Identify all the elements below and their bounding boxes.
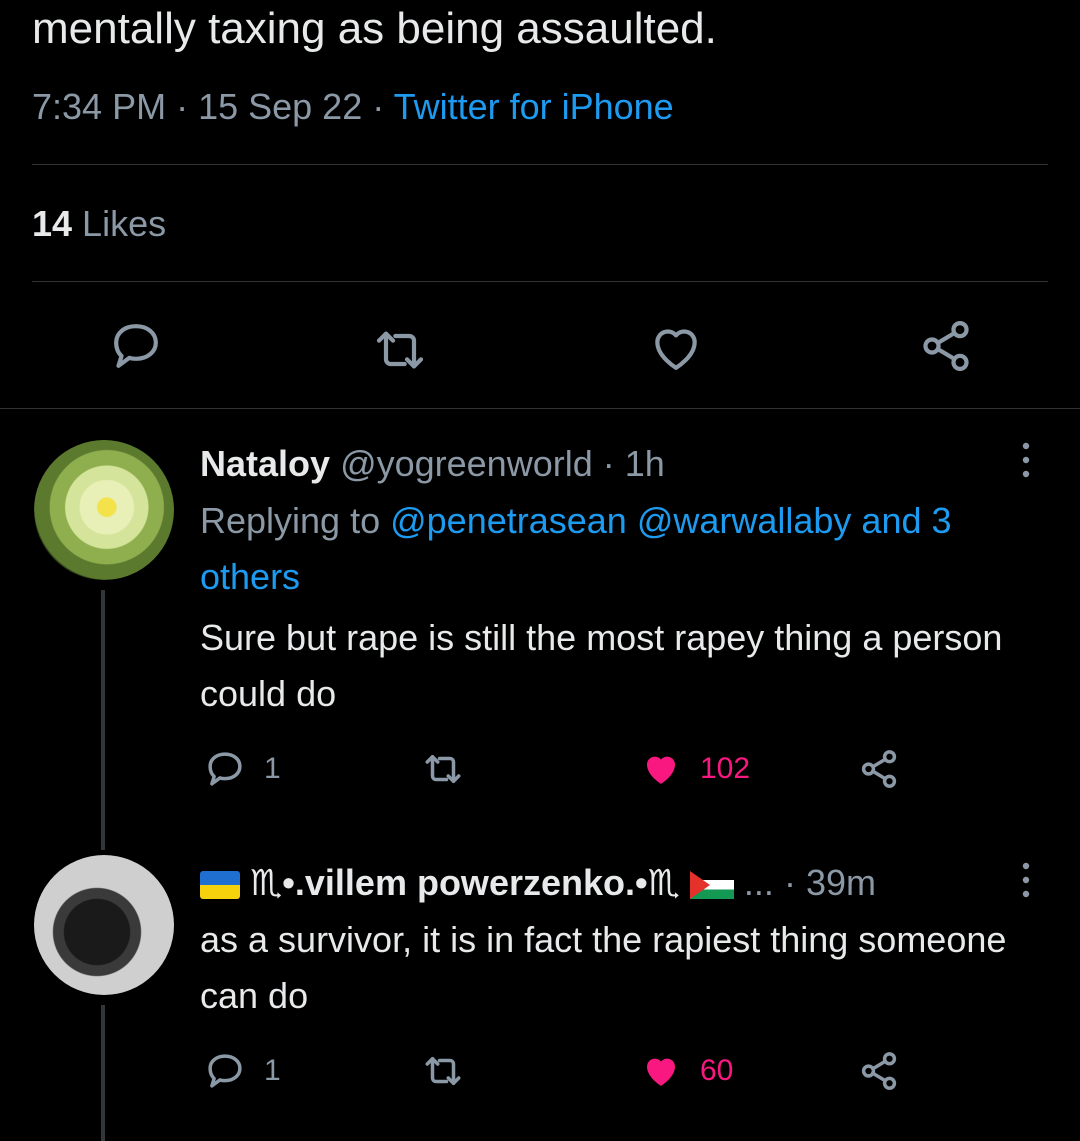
meta-separator: · — [362, 86, 394, 127]
heart-icon — [646, 1058, 676, 1086]
divider — [32, 164, 1048, 165]
replying-to: Replying to @penetrasean @warwallaby and… — [200, 493, 1040, 605]
divider — [0, 408, 1080, 409]
tweet-source-link[interactable]: Twitter for iPhone — [394, 86, 674, 127]
reply-count: 1 — [264, 1054, 281, 1087]
reply-count: 1 — [264, 752, 281, 785]
reply-text: as a survivor, it is in fact the rapiest… — [200, 919, 1007, 1016]
tweet-text: mentally taxing as being assaulted. — [32, 4, 717, 53]
display-name[interactable]: ♏•.villem powerzenko.•♏ — [250, 862, 680, 903]
likes-summary[interactable]: 14 Likes — [32, 203, 166, 245]
ukraine-flag-icon — [200, 871, 240, 899]
reply-text: Sure but rape is still the most rapey th… — [200, 617, 1003, 714]
retweet-button[interactable] — [422, 746, 464, 792]
share-icon[interactable] — [918, 318, 974, 374]
tweet-meta: 7:34 PM · 15 Sep 22 · Twitter for iPhone — [32, 86, 674, 128]
reply-icon[interactable] — [108, 318, 164, 374]
more-vertical-icon[interactable] — [1016, 438, 1036, 486]
retweet-button[interactable] — [422, 1048, 464, 1094]
display-name[interactable]: Nataloy — [200, 443, 330, 484]
likes-count: 14 — [32, 203, 73, 244]
retweet-icon — [425, 755, 461, 783]
tweet-date: 15 Sep 22 — [198, 86, 363, 127]
tweet-action-bar — [0, 310, 1080, 380]
more-vertical-icon[interactable] — [1016, 858, 1036, 906]
replying-prefix: Replying to — [200, 500, 391, 541]
reply-button[interactable]: 1 — [204, 746, 281, 792]
reply-button[interactable]: 1 — [204, 1048, 281, 1094]
share-button[interactable] — [858, 1048, 900, 1094]
handle[interactable]: ... — [744, 862, 774, 903]
handle[interactable]: @yogreenworld — [340, 443, 593, 484]
likes-label: Likes — [72, 203, 167, 244]
like-count: 102 — [700, 752, 751, 785]
avatar[interactable] — [34, 440, 174, 580]
retweet-icon — [425, 1057, 461, 1085]
avatar[interactable] — [34, 855, 174, 995]
divider — [32, 281, 1048, 282]
heart-icon[interactable] — [648, 320, 704, 376]
meta-separator: · — [602, 443, 615, 484]
reply-action-bar: 1 102 — [200, 746, 920, 796]
tweet-time: 7:34 PM — [32, 86, 167, 127]
share-button[interactable] — [858, 746, 900, 792]
meta-separator: · — [166, 86, 199, 127]
reply-icon — [208, 1054, 242, 1088]
palestine-flag-icon — [689, 871, 734, 899]
thread-line — [101, 590, 105, 850]
like-count: 60 — [700, 1054, 734, 1087]
like-button[interactable]: 60 — [640, 1048, 733, 1094]
like-button[interactable]: 102 — [640, 746, 750, 792]
reply-action-bar: 1 60 — [200, 1048, 920, 1098]
meta-separator: · — [783, 862, 796, 903]
retweet-icon[interactable] — [372, 322, 428, 378]
reply-time: 1h — [624, 443, 665, 484]
thread-line — [101, 1005, 105, 1141]
share-icon — [861, 750, 897, 788]
reply-time: 39m — [805, 862, 876, 903]
share-icon — [861, 1052, 897, 1090]
reply-header: ♏•.villem powerzenko.•♏ ... · 39m — [200, 862, 876, 904]
heart-icon — [646, 756, 676, 784]
reply-icon — [208, 752, 242, 786]
reply-header: Nataloy @yogreenworld · 1h — [200, 443, 665, 485]
